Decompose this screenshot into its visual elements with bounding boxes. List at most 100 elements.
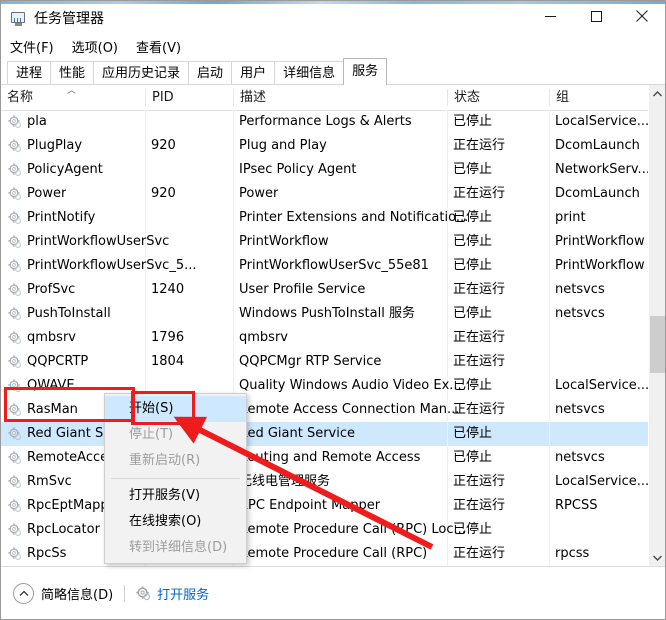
row-column-divider-3 (447, 494, 448, 518)
row-column-divider-4 (549, 326, 550, 350)
menu-options[interactable]: 选项(O) (72, 35, 127, 58)
tab-performance[interactable]: 性能 (50, 61, 94, 85)
cell-desc: 无线电管理服务 (239, 470, 330, 494)
cell-desc: QQPCMgr RTP Service (239, 350, 381, 374)
scroll-up-arrow-icon[interactable] (649, 85, 666, 102)
table-row[interactable]: RpcEptMapperRPC Endpoint Mapper正在运行RPCSS (1, 494, 649, 518)
row-column-divider-1 (145, 206, 146, 230)
cell-desc: Remote Procedure Call (RPC) Loc... (239, 518, 466, 542)
table-row[interactable]: RmSvc无线电管理服务正在运行LocalService... (1, 470, 649, 494)
fewer-details-button[interactable]: 简略信息(D) (13, 583, 113, 604)
context-menu-item-3[interactable]: 打开服务(V) (105, 483, 246, 509)
table-row[interactable]: PrintWorkflowUserSvcPrintWorkflow已停止Prin… (1, 230, 649, 254)
table-row[interactable]: RpcSsRemote Procedure Call (RPC)正在运行rpcs… (1, 542, 649, 566)
row-column-divider-3 (447, 350, 448, 374)
row-column-divider-2 (233, 110, 234, 134)
context-menu-item-2: 重新启动(R) (105, 448, 246, 474)
tab-users[interactable]: 用户 (231, 61, 275, 85)
cell-desc: Performance Logs & Alerts (239, 110, 412, 134)
chevron-up-circle-icon (13, 583, 34, 604)
service-gear-icon (8, 307, 22, 321)
row-column-divider-3 (447, 134, 448, 158)
row-column-divider-3 (447, 278, 448, 302)
menu-file[interactable]: 文件(F) (10, 35, 63, 58)
row-column-divider-4 (549, 398, 550, 422)
scroll-down-arrow-icon[interactable] (649, 549, 666, 566)
table-row[interactable]: PrintNotifyPrinter Extensions and Notifi… (1, 206, 649, 230)
column-header-status[interactable]: 状态 (448, 85, 549, 110)
cell-name: RmSvc (27, 470, 72, 494)
maximize-button[interactable] (573, 1, 619, 31)
cell-status: 正在运行 (453, 326, 505, 350)
menu-view[interactable]: 查看(V) (136, 35, 190, 58)
row-column-divider-2 (233, 134, 234, 158)
cell-name: QWAVE (27, 374, 75, 398)
row-column-divider-2 (233, 158, 234, 182)
column-header-group[interactable]: 组 (550, 85, 649, 110)
minimize-button[interactable] (527, 1, 573, 31)
scrollbar-thumb[interactable] (650, 316, 665, 373)
vertical-scrollbar[interactable] (648, 85, 665, 566)
row-column-divider-4 (549, 182, 550, 206)
window-controls (527, 1, 665, 31)
table-row[interactable]: PlugPlay920Plug and Play正在运行DcomLaunch (1, 134, 649, 158)
row-column-divider-2 (233, 230, 234, 254)
service-gear-icon (8, 187, 22, 201)
row-column-divider-2 (233, 206, 234, 230)
table-row[interactable]: qmbsrv1796qmbsrv正在运行 (1, 326, 649, 350)
tab-processes[interactable]: 进程 (7, 61, 51, 85)
cell-status: 已停止 (453, 518, 492, 542)
tab-services[interactable]: 服务 (343, 58, 387, 85)
tab-app-history[interactable]: 应用历史记录 (93, 61, 189, 85)
table-row[interactable]: RpcLocatorRemote Procedure Call (RPC) Lo… (1, 518, 649, 542)
table-row[interactable]: Red Giant SeRed Giant Service已停止 (1, 422, 649, 446)
row-column-divider-4 (549, 110, 550, 134)
context-menu-item-4[interactable]: 在线搜索(O) (105, 509, 246, 535)
cell-name: PolicyAgent (27, 158, 103, 182)
cell-desc: PrintWorkflowUserSvc_55e81 (239, 254, 429, 278)
table-row[interactable]: PushToInstallWindows PushToInstall 服务已停止… (1, 302, 649, 326)
service-gear-icon (8, 427, 22, 441)
row-column-divider-3 (447, 302, 448, 326)
row-column-divider-3 (447, 542, 448, 566)
cell-desc: IPsec Policy Agent (239, 158, 357, 182)
row-column-divider-4 (549, 230, 550, 254)
table-row[interactable]: RasMan4200Remote Access Connection Man..… (1, 398, 649, 422)
table-row[interactable]: PolicyAgentIPsec Policy Agent已停止NetworkS… (1, 158, 649, 182)
row-column-divider-3 (447, 254, 448, 278)
table-row[interactable]: PrintWorkflowUserSvc_5...PrintWorkflowUs… (1, 254, 649, 278)
service-gear-icon (8, 259, 22, 273)
table-row[interactable]: QWAVEQuality Windows Audio Video Ex...已停… (1, 374, 649, 398)
table-row[interactable]: RemoteAccessRouting and Remote Access已停止… (1, 446, 649, 470)
cell-status: 已停止 (453, 110, 492, 134)
context-menu-item-0[interactable]: 开始(S) (105, 396, 246, 422)
tab-startup[interactable]: 启动 (188, 61, 232, 85)
cell-name: qmbsrv (27, 326, 76, 350)
row-column-divider-4 (549, 206, 550, 230)
row-column-divider-1 (145, 326, 146, 350)
table-row[interactable]: Power920Power正在运行DcomLaunch (1, 182, 649, 206)
table-row[interactable]: ProfSvc1240User Profile Service正在运行netsv… (1, 278, 649, 302)
open-services-link[interactable]: 打开服务 (136, 584, 209, 603)
cell-status: 正在运行 (453, 134, 505, 158)
cell-group: NetworkServ... (555, 158, 649, 182)
cell-group: print (555, 206, 586, 230)
cell-status: 已停止 (453, 374, 492, 398)
column-header-pid[interactable]: PID (146, 85, 233, 110)
sort-ascending-caret: ︿ (67, 86, 76, 95)
row-column-divider-4 (549, 254, 550, 278)
table-row[interactable]: QQPCRTP1804QQPCMgr RTP Service正在运行 (1, 350, 649, 374)
cell-desc: Remote Procedure Call (RPC) (239, 542, 427, 566)
cell-group: netsvcs (555, 398, 605, 422)
tab-details[interactable]: 详细信息 (274, 61, 344, 85)
close-button[interactable] (619, 1, 665, 31)
cell-name: PushToInstall (27, 302, 111, 326)
service-gear-icon (8, 451, 22, 465)
service-gear-icon (8, 235, 22, 249)
column-header-description[interactable]: 描述 (234, 85, 447, 110)
fewer-details-label: 简略信息(D) (41, 584, 113, 603)
table-row[interactable]: plaPerformance Logs & Alerts已停止LocalServ… (1, 110, 649, 134)
row-column-divider-4 (549, 374, 550, 398)
task-manager-icon (10, 12, 27, 27)
cell-status: 已停止 (453, 302, 492, 326)
